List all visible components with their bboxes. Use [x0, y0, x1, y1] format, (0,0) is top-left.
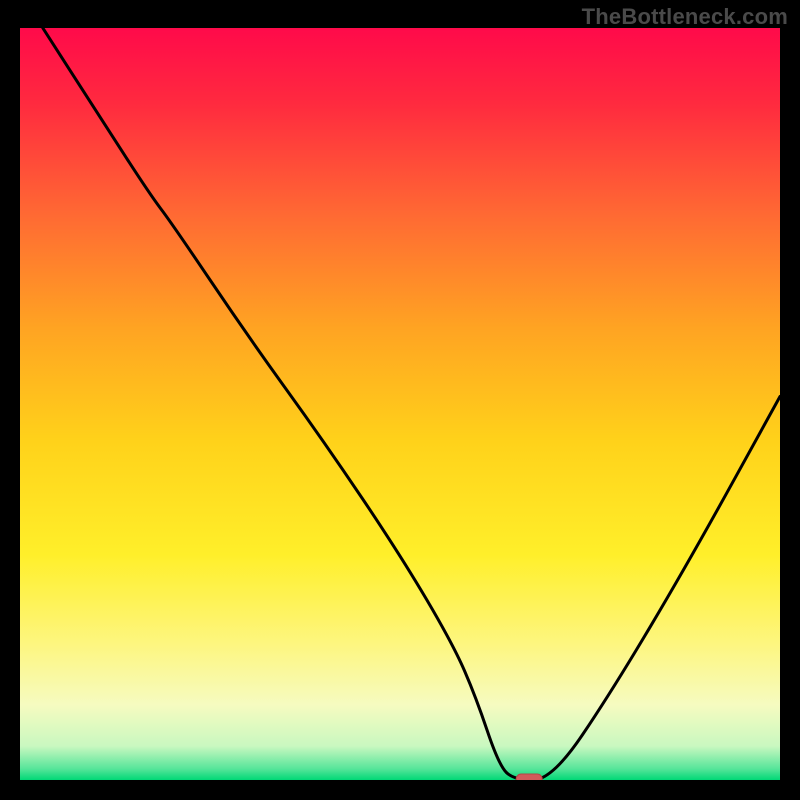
bottleneck-plot — [20, 28, 780, 780]
chart-stage: TheBottleneck.com — [0, 0, 800, 800]
optimal-marker — [516, 774, 542, 780]
plot-svg — [20, 28, 780, 780]
watermark-text: TheBottleneck.com — [582, 4, 788, 30]
gradient-background — [20, 28, 780, 780]
